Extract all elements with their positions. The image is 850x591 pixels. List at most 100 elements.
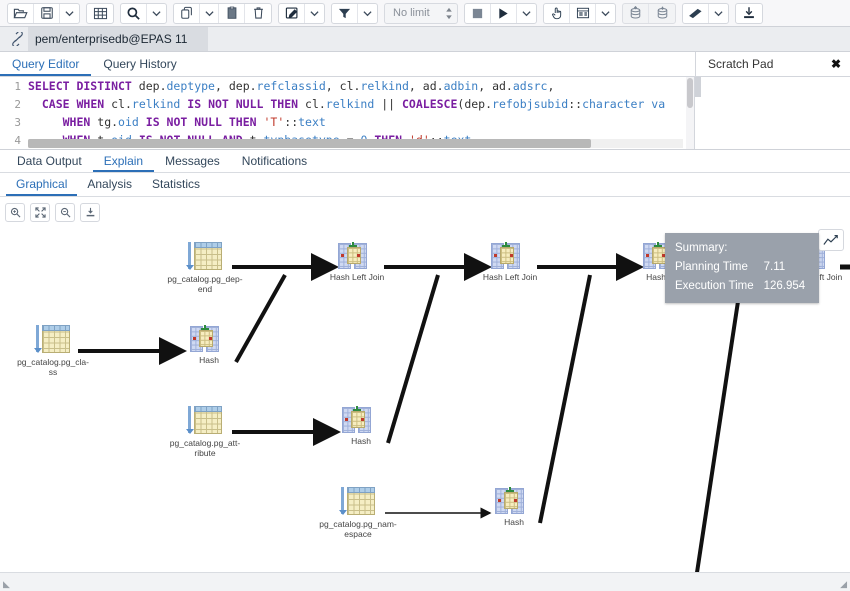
connection-link-icon (6, 32, 28, 46)
plan-node-label: pg_catalog.pg_nam-espace (319, 519, 397, 539)
edit-row-group (278, 2, 325, 24)
planning-time-label: Planning Time (675, 261, 748, 273)
seq-scan-icon (338, 486, 377, 516)
execute-caret[interactable] (517, 4, 536, 23)
plan-node-seq-scan-pg-class[interactable]: pg_catalog.pg_cla-ss (17, 324, 101, 377)
tab-analysis[interactable]: Analysis (77, 173, 142, 196)
close-icon[interactable]: ✖ (831, 57, 841, 71)
plan-node-hash-left-join-2[interactable]: Hash Left Join (483, 242, 558, 282)
tab-query-history[interactable]: Query History (91, 52, 188, 76)
clear-group (682, 2, 729, 24)
zoom-in-button[interactable] (5, 202, 25, 222)
editor-horizontal-scrollbar[interactable] (28, 139, 683, 148)
summary-row: Execution Time 126.954 (675, 277, 809, 296)
stop-button[interactable] (465, 3, 491, 23)
resize-grip-left-icon[interactable]: ◣ (3, 579, 10, 590)
plan-node-label: Hash (351, 436, 371, 446)
tab-statistics[interactable]: Statistics (142, 173, 210, 196)
scratch-pad-header: Scratch Pad ✖ (695, 52, 850, 77)
plan-node-label: pg_catalog.pg_dep-end (167, 274, 243, 294)
find-button[interactable] (121, 3, 147, 23)
hash-icon (190, 325, 220, 352)
plan-node-seq-scan-pg-depend[interactable]: pg_catalog.pg_dep-end (167, 241, 253, 294)
explain-tab-bar: Graphical Analysis Statistics (0, 173, 850, 197)
tab-messages[interactable]: Messages (154, 150, 231, 172)
row-limit-value: No limit (393, 7, 430, 19)
plan-summary-tooltip: Summary: Planning Time 7.11 Execution Ti… (665, 233, 820, 303)
rollback-button[interactable] (649, 4, 675, 23)
copy-options-caret[interactable] (200, 3, 219, 23)
query-tool-window: No limit pem/enterprisedb@EPAS 11 Query … (0, 0, 850, 591)
explain-plan-canvas[interactable]: pg_catalog.pg_dep-end Hash Left Join Has… (0, 227, 850, 591)
code-line: 2 CASE WHEN cl.relkind IS NOT NULL THEN … (0, 95, 694, 113)
explain-group (543, 2, 616, 24)
line-number: 3 (0, 115, 28, 129)
planning-time-value: 7.11 (763, 261, 786, 273)
save-file-button[interactable] (34, 3, 60, 23)
summary-title: Summary: (675, 242, 728, 254)
explain-analyze-button[interactable] (570, 3, 596, 23)
editor-vertical-scrollbar[interactable] (686, 77, 694, 149)
connection-bar: pem/enterprisedb@EPAS 11 (0, 27, 850, 52)
copy-button[interactable] (174, 3, 200, 23)
row-limit-stepper[interactable]: No limit (384, 2, 458, 24)
scratch-pad-title: Scratch Pad (708, 57, 774, 71)
filter-group (331, 2, 378, 24)
execute-button[interactable] (491, 3, 517, 23)
tab-explain[interactable]: Explain (92, 150, 155, 172)
tab-notifications[interactable]: Notifications (231, 150, 318, 172)
save-options-caret[interactable] (60, 4, 79, 23)
tab-query-editor[interactable]: Query Editor (0, 52, 92, 76)
find-group (120, 2, 167, 24)
filter-button[interactable] (332, 3, 358, 23)
resize-grip-right-icon[interactable]: ◢ (840, 579, 847, 590)
tab-graphical[interactable]: Graphical (6, 173, 78, 196)
tab-data-output[interactable]: Data Output (6, 150, 93, 172)
explain-options-caret[interactable] (596, 4, 615, 23)
editor-area: 1 SELECT DISTINCT dep.deptype, dep.refcl… (0, 77, 850, 149)
zoom-out-button[interactable] (55, 202, 75, 222)
sql-editor[interactable]: 1 SELECT DISTINCT dep.deptype, dep.refcl… (0, 77, 695, 149)
plan-node-hash-pg-class[interactable]: Hash (190, 325, 257, 365)
plan-node-seq-scan-pg-attribute[interactable]: pg_catalog.pg_att-ribute (170, 405, 253, 458)
row-limit-spinner[interactable] (445, 7, 453, 20)
scratch-pad-scroll-handle[interactable] (695, 77, 701, 97)
hash-icon (342, 406, 372, 433)
copy-group (173, 2, 272, 24)
clear-caret[interactable] (709, 4, 728, 23)
plan-node-label: Hash Left Join (329, 272, 385, 282)
line-chart-icon (823, 234, 838, 245)
connection-name[interactable]: pem/enterprisedb@EPAS 11 (28, 27, 208, 51)
plan-node-label: Hash (199, 355, 219, 365)
code-text-line1: SELECT DISTINCT dep.deptype, dep.refclas… (28, 79, 555, 93)
line-number: 4 (0, 133, 28, 147)
download-csv-button[interactable] (736, 4, 762, 23)
delete-button[interactable] (245, 4, 271, 23)
plan-node-hash-pg-namespace[interactable]: Hash (495, 487, 562, 527)
find-options-caret[interactable] (147, 4, 166, 23)
edit-row-button[interactable] (279, 3, 305, 23)
editor-tab-bar: Query Editor Query History Scratch Pad ✖ (0, 52, 850, 77)
hash-icon (495, 487, 525, 514)
edit-row-caret[interactable] (305, 4, 324, 23)
line-number: 2 (0, 97, 28, 111)
code-text-line2: CASE WHEN cl.relkind IS NOT NULL THEN cl… (41, 97, 666, 111)
zoom-to-fit-button[interactable] (30, 202, 50, 222)
plan-node-seq-scan-pg-namespace[interactable]: pg_catalog.pg_nam-espace (319, 486, 406, 539)
plan-node-hash-left-join-1[interactable]: Hash Left Join (330, 242, 405, 282)
toggle-analysis-chart-button[interactable] (818, 229, 844, 251)
explain-button[interactable] (544, 3, 570, 23)
scratch-pad-textarea[interactable] (695, 77, 850, 149)
filter-caret[interactable] (358, 4, 377, 23)
commit-button[interactable] (623, 3, 649, 23)
main-toolbar: No limit (0, 0, 850, 27)
download-plan-button[interactable] (80, 202, 100, 222)
plan-node-hash-pg-attribute[interactable]: Hash (342, 406, 409, 446)
execution-time-value: 126.954 (763, 280, 806, 292)
paste-button[interactable] (219, 3, 245, 23)
edit-grid-button[interactable] (87, 4, 113, 23)
summary-row: Planning Time 7.11 (675, 258, 809, 277)
clear-button[interactable] (683, 3, 709, 23)
edit-grid-group (86, 2, 114, 24)
open-file-button[interactable] (8, 3, 34, 23)
